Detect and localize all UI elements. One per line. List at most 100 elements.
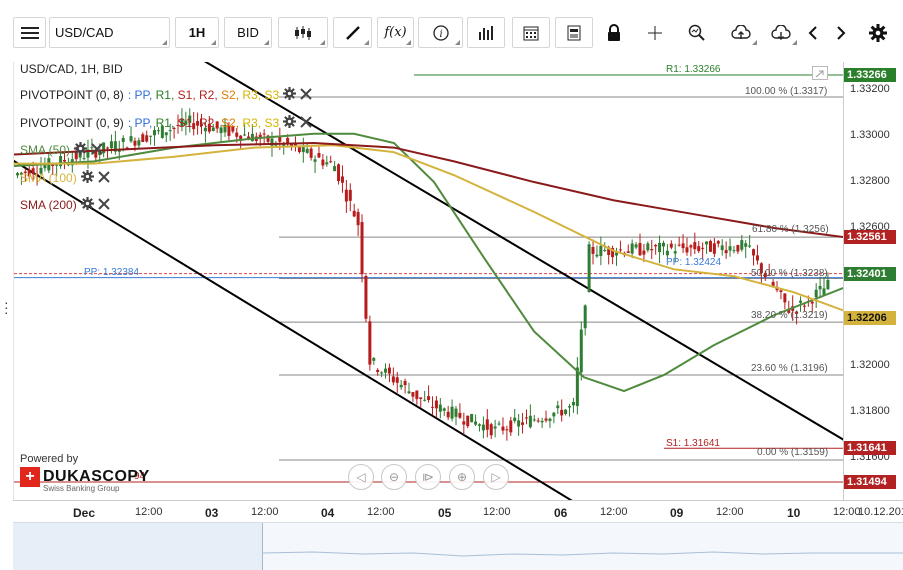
gear-icon <box>80 170 94 186</box>
zoom-button[interactable] <box>681 17 711 48</box>
scroll-left-button[interactable] <box>802 17 824 48</box>
candle-bull <box>82 158 86 160</box>
instrument-select[interactable]: USD/CAD <box>49 17 170 48</box>
crosshair-icon <box>647 25 663 41</box>
pivot2-settings-button[interactable] <box>283 115 297 131</box>
candle-bull <box>540 420 544 423</box>
nav-zoom-out-button[interactable]: ⊖ <box>381 464 407 490</box>
sma100-label: SMA (100) <box>20 171 77 185</box>
candle-bull <box>661 242 665 247</box>
timeframe-label: 1H <box>188 25 206 40</box>
sma100-remove-button[interactable] <box>97 170 110 186</box>
legend-title: USD/CAD, 1H, BID <box>20 62 123 76</box>
hamburger-icon <box>20 26 39 40</box>
time-axis[interactable]: Dec 12:00 03 12:00 04 12:00 05 12:00 06 12:00 09 12… <box>13 500 903 522</box>
data-table-button[interactable] <box>555 17 593 48</box>
hamburger-menu-button[interactable] <box>13 17 46 48</box>
upload-button[interactable] <box>722 17 760 48</box>
pivot-part: R1, <box>155 116 175 130</box>
candle-bull <box>615 252 619 256</box>
candle-bear <box>560 409 564 416</box>
pivot-part: : PP, <box>127 88 153 102</box>
candle-bear <box>485 419 489 430</box>
candle-bear <box>681 243 685 249</box>
lock-button[interactable] <box>599 17 629 48</box>
candle-bear <box>771 281 775 286</box>
candle-bear <box>524 417 528 419</box>
fib-50-label: 50.00 % (1.3238) <box>751 268 828 279</box>
navigator-selection[interactable] <box>13 523 263 570</box>
pivot-part: S2, <box>221 116 240 130</box>
candle-bear <box>376 369 380 373</box>
chart-type-button[interactable] <box>278 17 328 48</box>
sma50-remove-button[interactable] <box>91 142 103 158</box>
scroll-right-button[interactable] <box>830 17 852 48</box>
candle-bull <box>634 244 638 248</box>
expand-chart-button[interactable] <box>812 66 828 80</box>
candle-bear <box>348 189 352 201</box>
info-button[interactable]: i <box>418 17 463 48</box>
indicators-button[interactable]: f(x) <box>377 17 414 48</box>
candle-bear <box>317 153 321 158</box>
magnifier-icon <box>688 24 705 41</box>
reset-view-icon: ⧐ <box>422 470 434 484</box>
candle-bull <box>438 404 442 412</box>
drawing-tools-button[interactable] <box>333 17 372 48</box>
candle-bear <box>391 376 395 383</box>
r1-label: R1: 1.33266 <box>666 64 721 75</box>
candle-bull <box>599 245 603 256</box>
function-icon: f(x) <box>384 25 407 40</box>
pivot-part: R1, <box>155 88 175 102</box>
pivot1-settings-button[interactable] <box>283 87 297 103</box>
panel-resize-handle[interactable]: · · · <box>4 295 9 319</box>
volume-button[interactable] <box>467 17 505 48</box>
candle-bull <box>43 165 47 169</box>
candle-bull <box>748 245 752 247</box>
download-button[interactable] <box>762 17 800 48</box>
calendar-button[interactable] <box>512 17 550 48</box>
candle-bear <box>736 245 740 252</box>
candle-bull <box>818 286 822 290</box>
candle-bull <box>477 424 481 426</box>
crosshair-button[interactable] <box>640 17 670 48</box>
sma50-settings-button[interactable] <box>74 142 88 158</box>
candle-bear <box>693 242 697 250</box>
candle-bull <box>814 289 818 298</box>
candle-bear <box>752 249 756 256</box>
pivot2-remove-button[interactable] <box>300 115 312 131</box>
candle-bull <box>646 243 650 251</box>
price-axis[interactable]: 1.33200 1.33000 1.32800 1.32600 1.32000 1.318… <box>843 62 903 500</box>
pivot-part: S1, <box>177 116 196 130</box>
settings-button[interactable] <box>865 17 891 48</box>
gear-icon <box>283 87 297 103</box>
nav-forward-button[interactable]: ▷ <box>483 464 509 490</box>
candle-bull <box>129 136 133 142</box>
sma100-settings-button[interactable] <box>80 170 94 186</box>
candle-bear <box>642 250 646 255</box>
nav-zoom-in-button[interactable]: ⊕ <box>449 464 475 490</box>
nav-back-button[interactable]: ◁ <box>348 464 374 490</box>
candle-bear <box>654 245 658 247</box>
sma200-remove-button[interactable] <box>97 197 110 213</box>
chart-navigator[interactable] <box>13 522 903 570</box>
pivot-part: S3 <box>264 116 280 130</box>
price-tag: 1.32206 <box>844 311 896 326</box>
zoom-out-icon: ⊖ <box>388 470 400 484</box>
timeframe-select[interactable]: 1H <box>175 17 219 48</box>
legend-pivot-1: PIVOTPOINT (0, 8) : PP, R1, S1, R2, S2, … <box>20 87 312 103</box>
candle-bear <box>650 249 654 251</box>
triangle-left-icon: ◁ <box>356 470 366 484</box>
pivot1-remove-button[interactable] <box>300 87 312 103</box>
candle-bull <box>407 391 411 394</box>
price-side-select[interactable]: BID <box>224 17 272 48</box>
candle-bull <box>333 166 337 172</box>
info-icon: i <box>432 24 449 41</box>
sma200-settings-button[interactable] <box>80 197 94 213</box>
candle-bear <box>701 247 705 249</box>
pivot-part: R2, <box>199 116 218 130</box>
candle-bull <box>799 300 803 303</box>
candle-bull <box>826 279 830 290</box>
nav-reset-button[interactable]: ⧐ <box>415 464 441 490</box>
candle-bear <box>62 159 66 162</box>
candle-bull <box>55 164 59 166</box>
